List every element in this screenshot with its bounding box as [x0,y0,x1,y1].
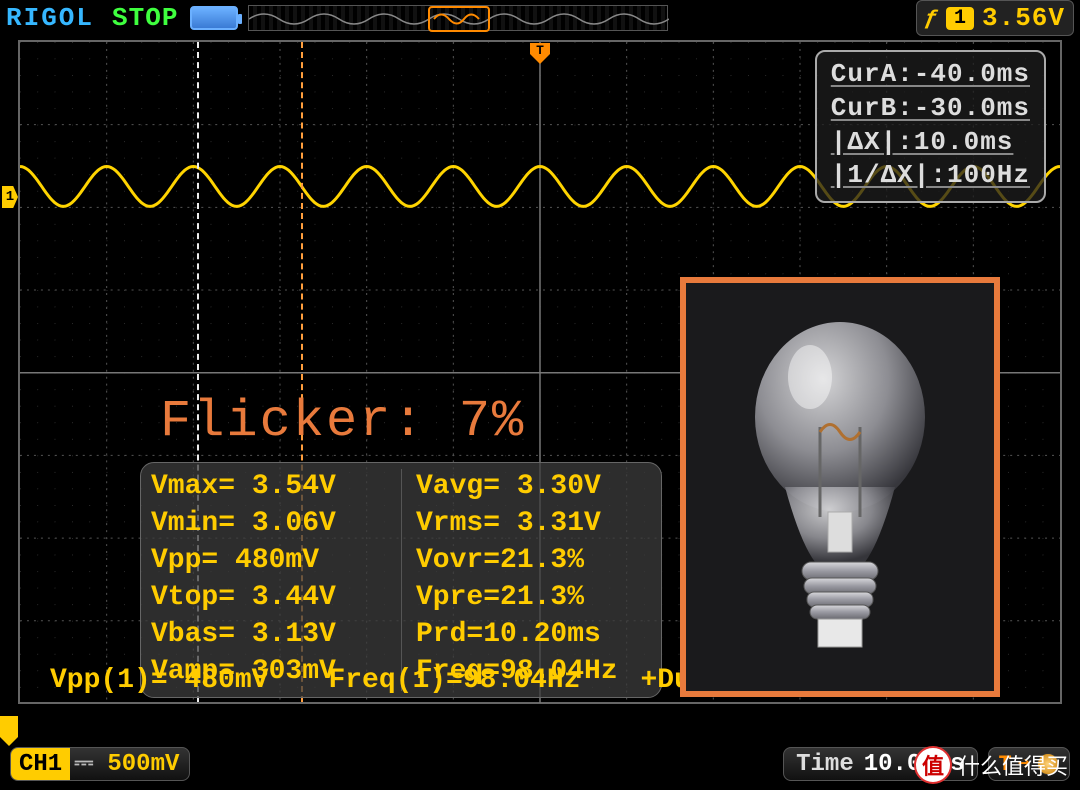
timebase-label: Time [796,751,854,778]
meas-vbas: Vbas= 3.13V [151,617,401,654]
cursor-invdx-value: |1/ΔX|:100Hz [831,159,1030,193]
cursor-readout: CurA:-40.0ms CurB:-30.0ms |ΔX|:10.0ms |1… [815,50,1046,203]
rising-edge-icon: ƒ [925,6,938,31]
measurements-col2: Vavg= 3.30V Vrms= 3.31V Vovr=21.3% Vpre=… [401,469,651,691]
watermark-icon: 值 [914,746,952,784]
trigger-source[interactable]: ƒ 1 3.56V [916,0,1074,36]
channel-vdiv[interactable]: CH1 ⎓ 500mV [10,747,190,781]
top-bar: RIGOL STOP ƒ 1 3.56V [0,0,1080,36]
brand-logo: RIGOL [6,3,94,33]
meas-vpre: Vpre=21.3% [416,580,651,617]
meas-vavg: Vavg= 3.30V [416,469,651,506]
channel-name: CH1 [11,748,70,780]
measurements-col1: Vmax= 3.54V Vmin= 3.06V Vpp= 480mV Vtop=… [151,469,401,691]
battery-icon [190,6,238,30]
coupling-icon: ⎓ [70,750,97,778]
channel-vdiv-value: 500mV [97,751,189,778]
channel-gnd-marker: 1 [2,186,18,208]
lightbulb-overlay [680,277,1000,697]
trigger-level: 3.56V [982,3,1065,33]
measurements-panel: Vmax= 3.54V Vmin= 3.06V Vpp= 480mV Vtop=… [140,462,662,698]
cursor-b-value: CurB:-30.0ms [831,92,1030,126]
meas-vmin: Vmin= 3.06V [151,506,401,543]
trigger-channel-badge: 1 [946,7,974,30]
meas-prd: Prd=10.20ms [416,617,651,654]
watermark: 值 什么值得买 [914,746,1068,784]
meas-vmax: Vmax= 3.54V [151,469,401,506]
svg-text:T: T [536,43,544,58]
meas-vrms: Vrms= 3.31V [416,506,651,543]
readout-freq: Freq(1)=98.04Hz [328,665,580,696]
cursor-a-value: CurA:-40.0ms [831,58,1030,92]
trigger-position-icon: T [527,40,553,66]
scope-display[interactable]: 1 T CurA:-40.0ms CurB:-30.0m [18,40,1062,704]
flicker-annotation: Flicker: 7% [160,392,525,451]
lightbulb-icon [740,307,940,667]
run-state[interactable]: STOP [112,3,178,33]
cursor-dx-value: |ΔX|:10.0ms [831,126,1030,160]
meas-vpp: Vpp= 480mV [151,543,401,580]
meas-vovr: Vovr=21.3% [416,543,651,580]
readout-vpp: Vpp(1)= 480mV [50,665,268,696]
watermark-text: 什么值得买 [958,749,1068,781]
meas-vtop: Vtop= 3.44V [151,580,401,617]
memory-bar [248,5,668,31]
